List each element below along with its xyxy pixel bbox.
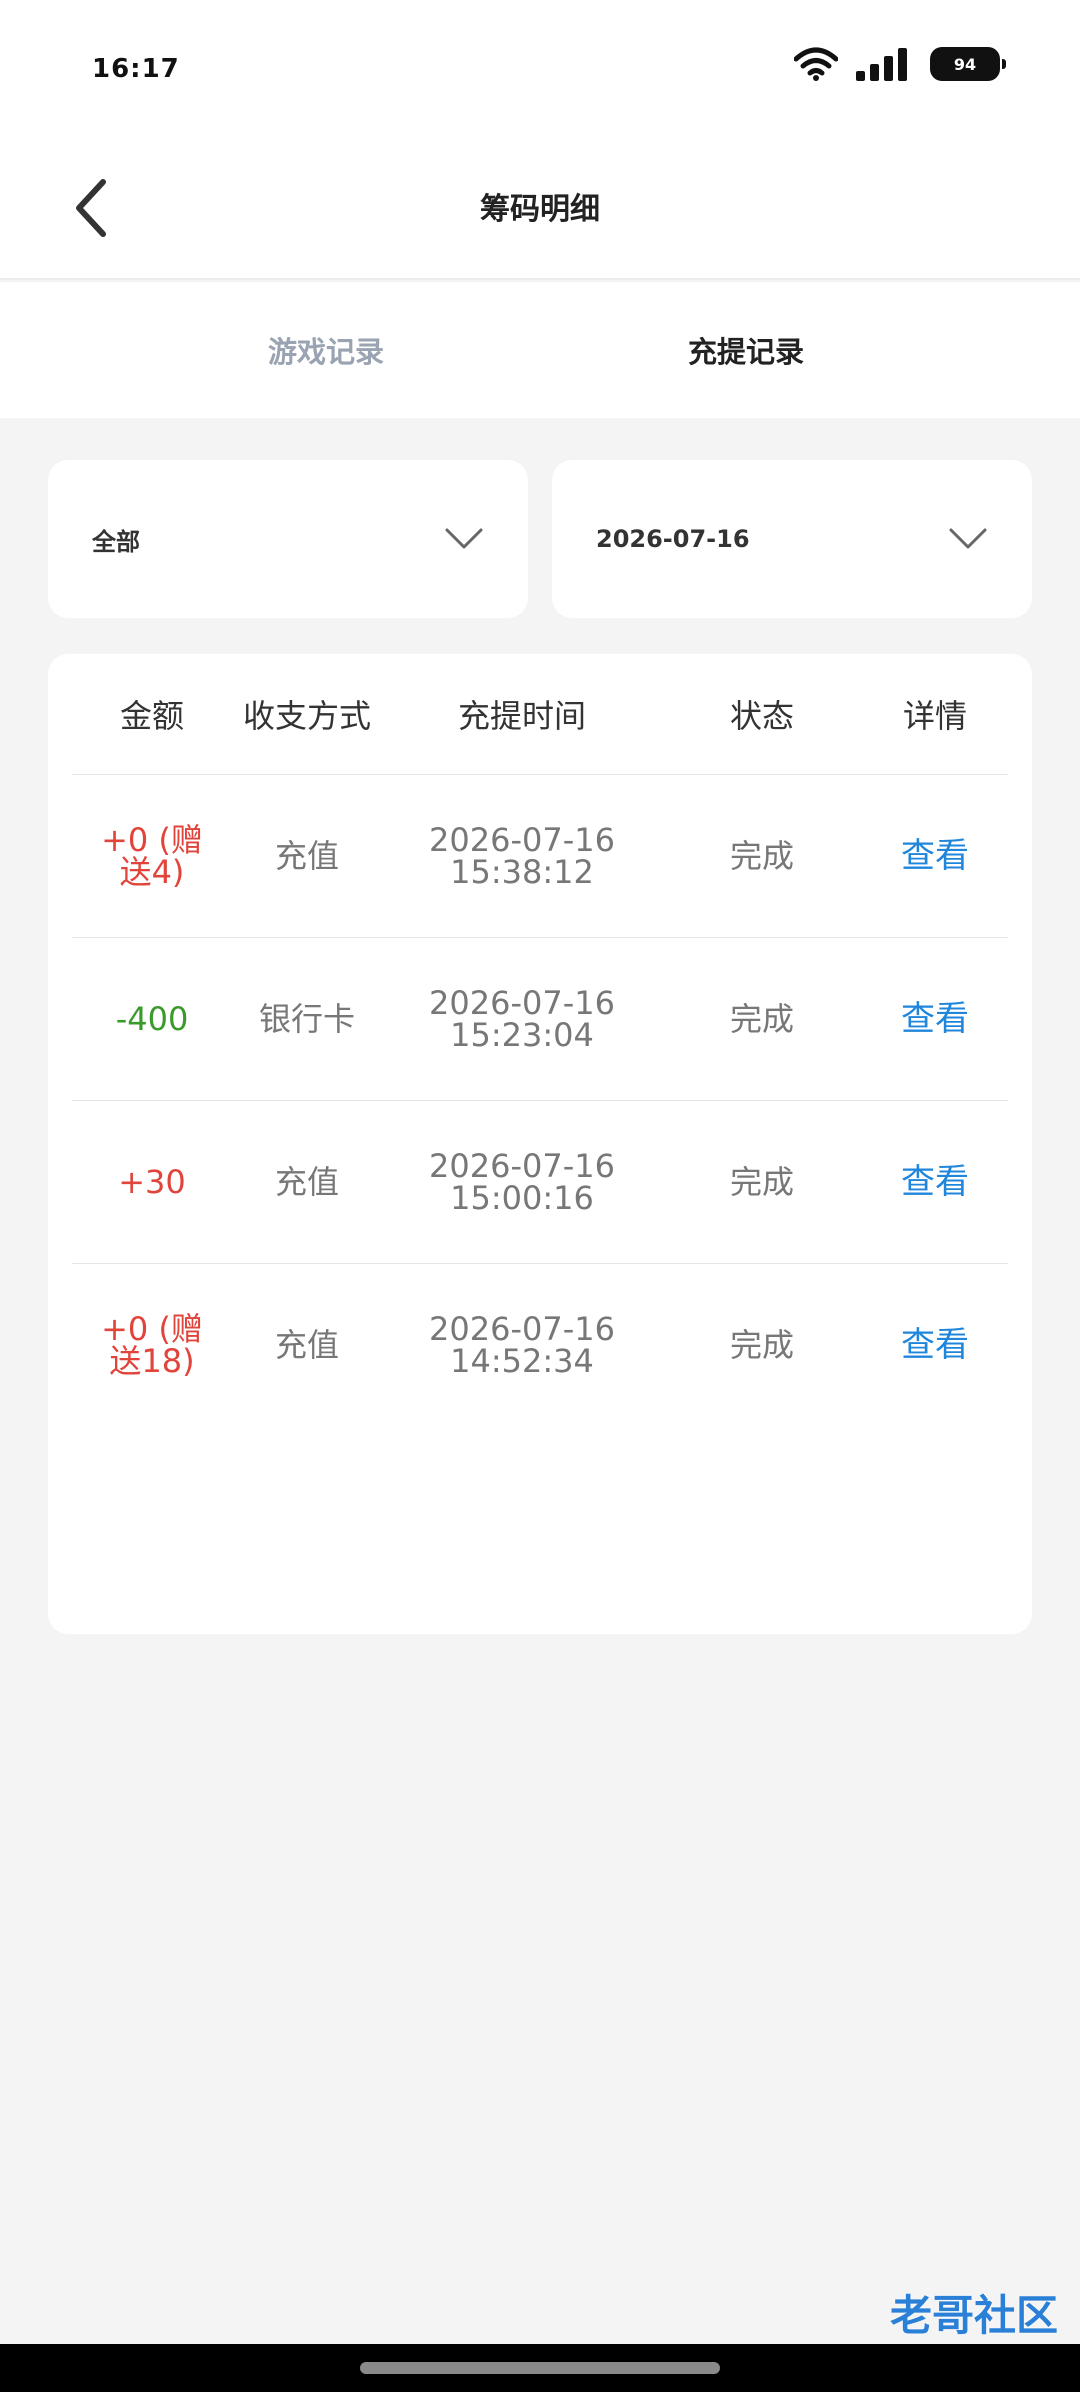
- time-cell: 2026-07-16 15:00:16: [382, 1150, 662, 1214]
- status-bar: 16:17 94: [0, 0, 1080, 140]
- view-detail-link[interactable]: 查看: [862, 1328, 1008, 1362]
- amount-line: 送4): [119, 853, 185, 891]
- status-icons: 94: [794, 44, 1006, 84]
- nav-header: 筹码明细: [0, 140, 1080, 280]
- tab-game-records[interactable]: 游戏记录: [0, 282, 540, 418]
- method-cell: 充值: [274, 1326, 339, 1364]
- record-time: 15:00:16: [450, 1179, 594, 1217]
- amount-cell: -400: [115, 1000, 189, 1038]
- view-detail-link[interactable]: 查看: [862, 1165, 1008, 1199]
- watermark-text: 老哥社区: [889, 2290, 1058, 2340]
- header-detail: 详情: [902, 697, 967, 735]
- records-table: 金额 收支方式 充提时间 状态 详情 +0 (赠 送4) 充值 2026-07-…: [48, 654, 1032, 1634]
- amount-cell: +30: [118, 1163, 186, 1201]
- time-cell: 2026-07-16 14:52:34: [382, 1313, 662, 1377]
- time-cell: 2026-07-16 15:23:04: [382, 987, 662, 1051]
- bottom-nav-bar: [0, 2344, 1080, 2392]
- status-cell: 完成: [729, 1163, 794, 1201]
- wifi-icon: [794, 47, 838, 81]
- amount-cell: +0 (赠 送4): [72, 824, 232, 888]
- method-cell: 充值: [274, 1163, 339, 1201]
- filters: 全部 2026-07-16: [48, 460, 1032, 618]
- battery-level: 94: [953, 54, 977, 74]
- table-row: +0 (赠 送18) 充值 2026-07-16 14:52:34 完成 查看: [72, 1264, 1008, 1426]
- record-date: 2026-07-16: [429, 821, 615, 859]
- header-status: 状态: [729, 697, 794, 735]
- tab-bar: 游戏记录 充提记录: [0, 282, 1080, 418]
- watermark-logo: 老哥社区: [818, 2272, 1058, 2352]
- tab-recharge-records[interactable]: 充提记录: [540, 282, 1080, 418]
- amount-line: 送18): [109, 1342, 195, 1380]
- type-filter-dropdown[interactable]: 全部: [48, 460, 528, 618]
- method-cell: 银行卡: [258, 1000, 355, 1038]
- chevron-down-icon: [444, 527, 484, 551]
- header-method: 收支方式: [242, 697, 371, 735]
- record-time: 14:52:34: [450, 1342, 594, 1380]
- table-row: +0 (赠 送4) 充值 2026-07-16 15:38:12 完成 查看: [72, 775, 1008, 938]
- table-row: +30 充值 2026-07-16 15:00:16 完成 查看: [72, 1101, 1008, 1264]
- view-detail-link[interactable]: 查看: [862, 1002, 1008, 1036]
- app-root: 16:17 94 筹码明细 游戏记录 充提记录 全部 2026-07-16 金额…: [0, 0, 1080, 2392]
- amount-cell: +0 (赠 送18): [72, 1313, 232, 1377]
- table-header: 金额 收支方式 充提时间 状态 详情: [72, 654, 1008, 775]
- method-cell: 充值: [274, 837, 339, 875]
- home-indicator[interactable]: [360, 2362, 720, 2374]
- view-detail-link[interactable]: 查看: [862, 839, 1008, 873]
- date-filter-dropdown[interactable]: 2026-07-16: [552, 460, 1032, 618]
- chevron-down-icon: [948, 527, 988, 551]
- record-time: 15:38:12: [450, 853, 594, 891]
- table-row: -400 银行卡 2026-07-16 15:23:04 完成 查看: [72, 938, 1008, 1101]
- amount-line: +0 (赠: [101, 821, 203, 859]
- status-cell: 完成: [729, 837, 794, 875]
- status-time: 16:17: [92, 54, 180, 84]
- date-filter-value: 2026-07-16: [596, 525, 750, 553]
- record-date: 2026-07-16: [429, 984, 615, 1022]
- type-filter-value: 全部: [92, 527, 140, 556]
- top-area: 16:17 94 筹码明细: [0, 0, 1080, 280]
- battery-icon: 94: [930, 47, 1006, 81]
- record-date: 2026-07-16: [429, 1310, 615, 1348]
- status-cell: 完成: [729, 1326, 794, 1364]
- amount-line: +0 (赠: [101, 1310, 203, 1348]
- record-time: 15:23:04: [450, 1016, 594, 1054]
- signal-icon: [856, 47, 912, 81]
- header-amount: 金额: [119, 697, 184, 735]
- time-cell: 2026-07-16 15:38:12: [382, 824, 662, 888]
- header-time: 充提时间: [457, 697, 586, 735]
- status-cell: 完成: [729, 1000, 794, 1038]
- record-date: 2026-07-16: [429, 1147, 615, 1185]
- page-title: 筹码明细: [480, 192, 600, 227]
